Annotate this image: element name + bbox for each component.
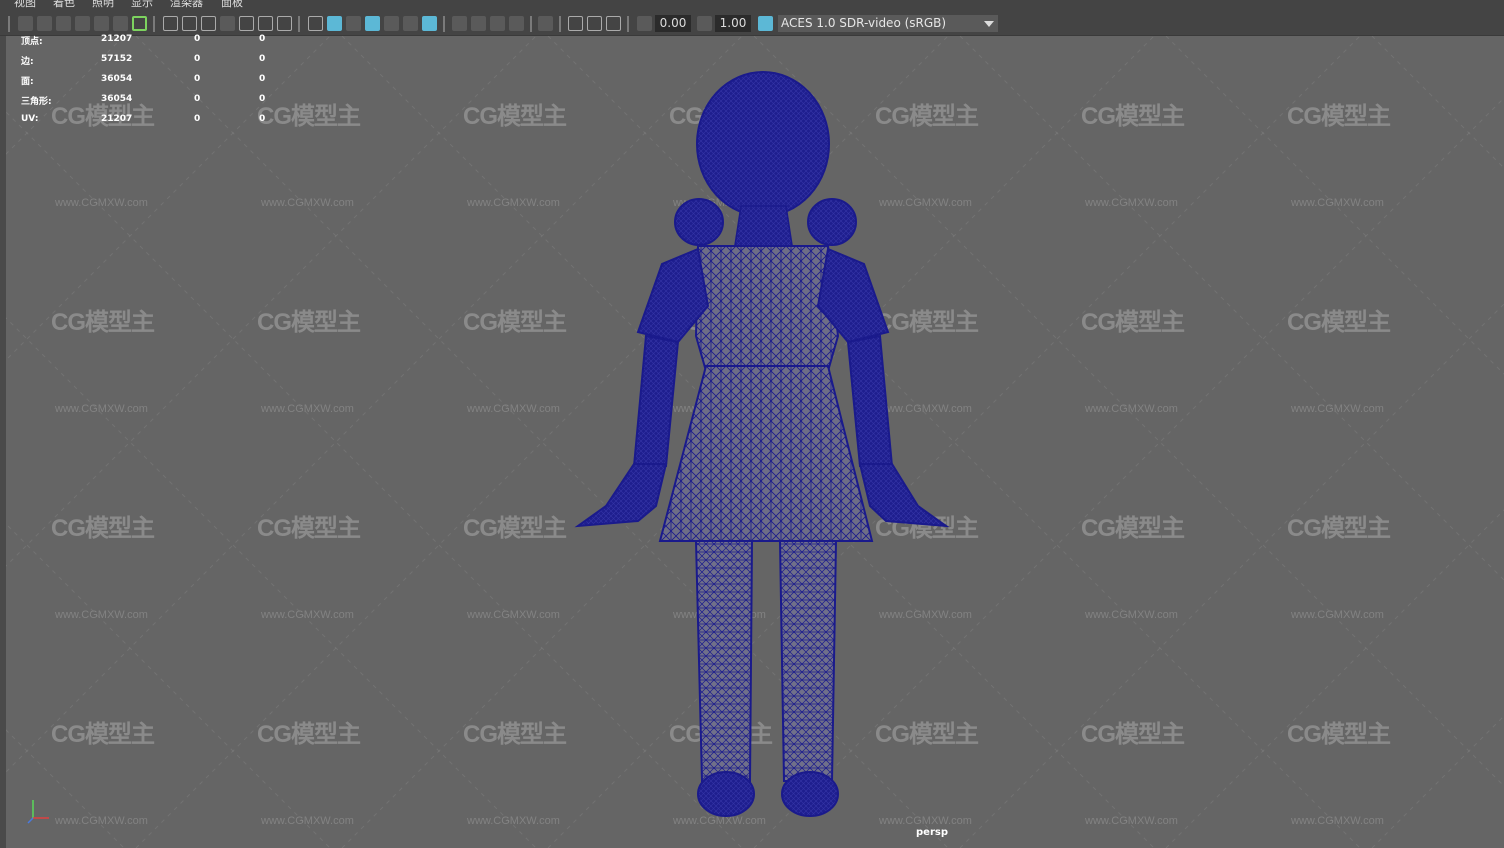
use-all-lights-icon[interactable] (403, 16, 418, 31)
stat-total: 21207 (101, 114, 133, 124)
safe-title-icon[interactable] (277, 16, 292, 31)
isolate-select-icon[interactable] (538, 16, 553, 31)
stat-selected: 0 (194, 114, 201, 124)
gamma-field[interactable]: 1.00 (715, 15, 751, 32)
grid-icon[interactable] (163, 16, 178, 31)
wireframe-icon[interactable] (308, 16, 323, 31)
grease-pencil-icon[interactable] (113, 16, 128, 31)
camera-attributes-icon[interactable] (37, 16, 52, 31)
stat-total: 21207 (101, 34, 133, 44)
stat-label: 三角形: (21, 97, 52, 107)
stat-selected: 0 (194, 54, 201, 64)
exposure-field[interactable]: 0.00 (655, 15, 691, 32)
stat-row: 边: 57152 0 0 (21, 54, 281, 68)
stat-selected: 0 (194, 94, 201, 104)
chevron-down-icon[interactable] (984, 21, 994, 27)
xray-active-components-icon[interactable] (587, 16, 602, 31)
toolbar-separator (530, 16, 532, 32)
stat-label: 顶点: (21, 37, 43, 47)
stat-label: 边: (21, 57, 34, 67)
motion-blur-icon[interactable] (471, 16, 486, 31)
2d-pan-zoom-icon[interactable] (94, 16, 109, 31)
depth-of-field-icon[interactable] (509, 16, 524, 31)
stat-row: 面: 36054 0 0 (21, 74, 281, 88)
toolbar-separator (298, 16, 300, 32)
menubar: 视图 着色 照明 显示 渲染器 面板 (0, 0, 1504, 12)
toolbar-separator (443, 16, 445, 32)
stat-total: 57152 (101, 54, 133, 64)
gate-mask-icon[interactable] (220, 16, 235, 31)
xray-joints-icon[interactable] (606, 16, 621, 31)
stat-label: UV: (21, 114, 39, 124)
color-space-dropdown[interactable]: ACES 1.0 SDR-video (sRGB) (778, 15, 998, 32)
field-chart-icon[interactable] (239, 16, 254, 31)
menu-show[interactable]: 显示 (131, 0, 153, 10)
menu-view[interactable]: 视图 (14, 0, 36, 10)
doll-wireframe-model[interactable] (6, 36, 1504, 848)
toolbar-separator (559, 16, 561, 32)
menu-shading[interactable]: 着色 (53, 0, 75, 10)
stat-row: 三角形: 36054 0 0 (21, 94, 281, 108)
stat-selected: 0 (194, 34, 201, 44)
viewport-persp[interactable]: CG模型主 www.CGMXW.com CG模型主 www.CGMXW.com CG模型… (6, 36, 1504, 848)
stat-total: 36054 (101, 94, 133, 104)
panel-toolbar: 0.00 1.00 ACES 1.0 SDR-video (sRGB) (0, 12, 1504, 36)
bookmarks-icon[interactable] (56, 16, 71, 31)
edit-pencil-icon[interactable] (132, 16, 147, 31)
resolution-gate-icon[interactable] (201, 16, 216, 31)
stat-label: 面: (21, 77, 34, 87)
gamma-icon[interactable] (697, 16, 712, 31)
stat-extra: 0 (259, 94, 266, 104)
image-plane-icon[interactable] (75, 16, 90, 31)
menu-renderer[interactable]: 渲染器 (170, 0, 203, 10)
exposure-icon[interactable] (637, 16, 652, 31)
xray-icon[interactable] (568, 16, 583, 31)
color-space-label: ACES 1.0 SDR-video (sRGB) (781, 16, 947, 30)
multisample-aa-icon[interactable] (490, 16, 505, 31)
toolbar-separator (153, 16, 155, 32)
select-camera-icon[interactable] (18, 16, 33, 31)
stat-extra: 0 (259, 114, 266, 124)
stat-row: UV: 21207 0 0 (21, 114, 281, 128)
menu-lighting[interactable]: 照明 (92, 0, 114, 10)
shadows-icon[interactable] (422, 16, 437, 31)
screen-space-ao-icon[interactable] (452, 16, 467, 31)
color-management-icon[interactable] (758, 16, 773, 31)
stat-row: 顶点: 21207 0 0 (21, 34, 281, 48)
safe-action-icon[interactable] (258, 16, 273, 31)
film-gate-icon[interactable] (182, 16, 197, 31)
camera-name-label: persp (916, 827, 948, 838)
stat-extra: 0 (259, 34, 266, 44)
menu-panels[interactable]: 面板 (221, 0, 243, 10)
wireframe-on-shaded-icon[interactable] (365, 16, 380, 31)
textured-icon[interactable] (384, 16, 399, 31)
stat-selected: 0 (194, 74, 201, 84)
view-axis-icon (27, 800, 49, 824)
smooth-shade-icon[interactable] (327, 16, 342, 31)
toolbar-separator (627, 16, 629, 32)
default-material-icon[interactable] (346, 16, 361, 31)
stat-total: 36054 (101, 74, 133, 84)
toolbar-separator (8, 16, 10, 32)
stat-extra: 0 (259, 74, 266, 84)
stat-extra: 0 (259, 54, 266, 64)
